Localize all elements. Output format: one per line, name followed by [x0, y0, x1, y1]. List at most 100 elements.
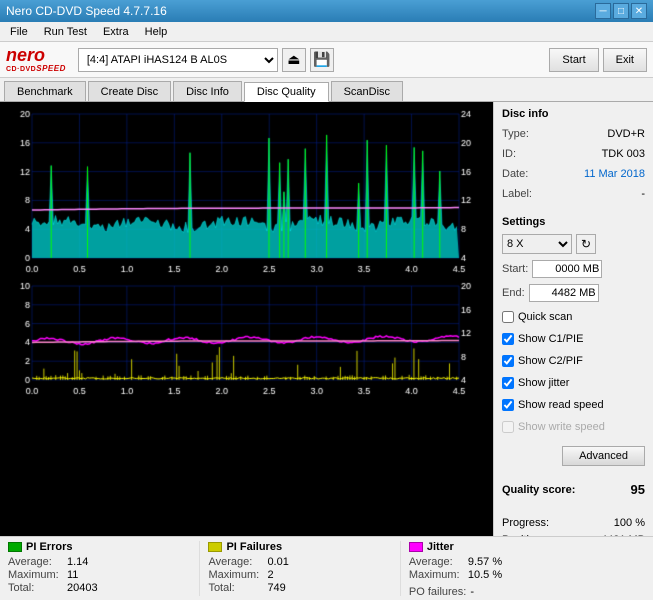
menu-run-test[interactable]: Run Test — [38, 24, 93, 40]
end-mb-input[interactable] — [529, 284, 599, 302]
show-read-speed-checkbox[interactable] — [502, 399, 514, 411]
show-c2pif-checkbox[interactable] — [502, 355, 514, 367]
quality-score-label: Quality score: — [502, 484, 575, 496]
main-content: Disc info Type: DVD+R ID: TDK 003 Date: … — [0, 102, 653, 536]
pi-errors-legend — [8, 542, 22, 552]
maximize-button[interactable]: □ — [613, 3, 629, 19]
pi-errors-column: PI Errors Average: 1.14 Maximum: 11 Tota… — [8, 541, 200, 596]
position-row: Position: 4481 MB — [502, 532, 645, 536]
start-mb-label: Start: — [502, 263, 528, 275]
jitter-column: Jitter Average: 9.57 % Maximum: 10.5 % P… — [409, 541, 637, 596]
show-jitter-label: Show jitter — [518, 374, 569, 392]
pi-failures-max-value: 2 — [267, 569, 273, 581]
pi-errors-total-label: Total: — [8, 582, 63, 594]
quality-score-value: 95 — [631, 482, 645, 497]
tab-benchmark[interactable]: Benchmark — [4, 81, 86, 101]
progress-value: 100 % — [614, 515, 645, 532]
position-label: Position: — [502, 532, 544, 536]
disc-label-label: Label: — [502, 186, 532, 202]
progress-label: Progress: — [502, 515, 549, 532]
disc-id-value: TDK 003 — [602, 146, 645, 162]
top-chart-canvas — [4, 106, 489, 276]
pi-errors-max-label: Maximum: — [8, 569, 63, 581]
progress-section: Progress: 100 % Position: 4481 MB Speed:… — [502, 515, 645, 536]
pi-errors-max-row: Maximum: 11 — [8, 569, 191, 581]
pi-failures-total-row: Total: 749 — [208, 582, 391, 594]
disc-type-row: Type: DVD+R — [502, 126, 645, 142]
pi-errors-header: PI Errors — [8, 541, 191, 553]
pi-errors-max-value: 11 — [67, 569, 78, 581]
stats-bar: PI Errors Average: 1.14 Maximum: 11 Tota… — [0, 536, 653, 600]
refresh-button[interactable]: ↻ — [576, 234, 596, 254]
tab-disc-info[interactable]: Disc Info — [173, 81, 242, 101]
show-read-speed-row: Show read speed — [502, 396, 645, 414]
settings-title: Settings — [502, 216, 645, 228]
pi-errors-avg-value: 1.14 — [67, 556, 88, 568]
menu-file[interactable]: File — [4, 24, 34, 40]
minimize-button[interactable]: ─ — [595, 3, 611, 19]
jitter-title: Jitter — [427, 541, 454, 553]
advanced-button[interactable]: Advanced — [562, 446, 645, 466]
show-c2pif-label: Show C2/PIF — [518, 352, 583, 370]
pi-failures-title: PI Failures — [226, 541, 282, 553]
speed-select[interactable]: 8 X — [502, 234, 572, 254]
quality-score-row: Quality score: 95 — [502, 482, 645, 497]
pi-failures-avg-label: Average: — [208, 556, 263, 568]
pi-errors-avg-label: Average: — [8, 556, 63, 568]
pi-errors-total-value: 20403 — [67, 582, 98, 594]
show-write-speed-label: Show write speed — [518, 418, 605, 436]
pi-failures-total-label: Total: — [208, 582, 263, 594]
tab-create-disc[interactable]: Create Disc — [88, 81, 171, 101]
tab-bar: Benchmark Create Disc Disc Info Disc Qua… — [0, 78, 653, 102]
disc-type-label: Type: — [502, 126, 529, 142]
tab-disc-quality[interactable]: Disc Quality — [244, 82, 329, 102]
eject-button[interactable]: ⏏ — [282, 48, 306, 72]
disc-info-title: Disc info — [502, 108, 645, 120]
show-c1pie-checkbox[interactable] — [502, 333, 514, 345]
show-read-speed-label: Show read speed — [518, 396, 604, 414]
jitter-legend — [409, 542, 423, 552]
pi-failures-total-value: 749 — [267, 582, 285, 594]
quick-scan-row: Quick scan — [502, 308, 645, 326]
jitter-avg-label: Average: — [409, 556, 464, 568]
po-failures-value: - — [470, 586, 474, 598]
pi-errors-total-row: Total: 20403 — [8, 582, 191, 594]
exit-button[interactable]: Exit — [603, 48, 647, 72]
end-mb-row: End: — [502, 284, 645, 302]
pi-failures-column: PI Failures Average: 0.01 Maximum: 2 Tot… — [208, 541, 400, 596]
show-c1pie-row: Show C1/PIE — [502, 330, 645, 348]
close-button[interactable]: ✕ — [631, 3, 647, 19]
title-bar: Nero CD-DVD Speed 4.7.7.16 ─ □ ✕ — [0, 0, 653, 22]
top-chart-container — [4, 106, 489, 276]
bottom-chart-container — [4, 278, 489, 398]
position-value: 4481 MB — [601, 532, 645, 536]
pi-failures-max-label: Maximum: — [208, 569, 263, 581]
disc-label-row: Label: - — [502, 186, 645, 202]
show-jitter-row: Show jitter — [502, 374, 645, 392]
pi-errors-avg-row: Average: 1.14 — [8, 556, 191, 568]
progress-row: Progress: 100 % — [502, 515, 645, 532]
menu-extra[interactable]: Extra — [97, 24, 135, 40]
save-button[interactable]: 💾 — [310, 48, 334, 72]
pi-failures-header: PI Failures — [208, 541, 391, 553]
window-controls: ─ □ ✕ — [595, 3, 647, 19]
show-c2pif-row: Show C2/PIF — [502, 352, 645, 370]
disc-type-value: DVD+R — [607, 126, 645, 142]
start-mb-input[interactable] — [532, 260, 602, 278]
show-write-speed-checkbox — [502, 421, 514, 433]
show-write-speed-row: Show write speed — [502, 418, 645, 436]
tab-scan-disc[interactable]: ScanDisc — [331, 81, 403, 101]
disc-date-value: 11 Mar 2018 — [584, 166, 645, 182]
disc-id-label: ID: — [502, 146, 516, 162]
start-button[interactable]: Start — [549, 48, 598, 72]
show-jitter-checkbox[interactable] — [502, 377, 514, 389]
drive-select[interactable]: [4:4] ATAPI iHAS124 B AL0S — [78, 48, 278, 72]
quick-scan-checkbox[interactable] — [502, 311, 514, 323]
pi-failures-avg-row: Average: 0.01 — [208, 556, 391, 568]
quick-scan-label: Quick scan — [518, 308, 572, 326]
jitter-avg-value: 9.57 % — [468, 556, 502, 568]
menu-help[interactable]: Help — [139, 24, 174, 40]
speed-row: 8 X ↻ — [502, 234, 645, 254]
toolbar: nero CD·DVDSPEED [4:4] ATAPI iHAS124 B A… — [0, 42, 653, 78]
disc-date-row: Date: 11 Mar 2018 — [502, 166, 645, 182]
